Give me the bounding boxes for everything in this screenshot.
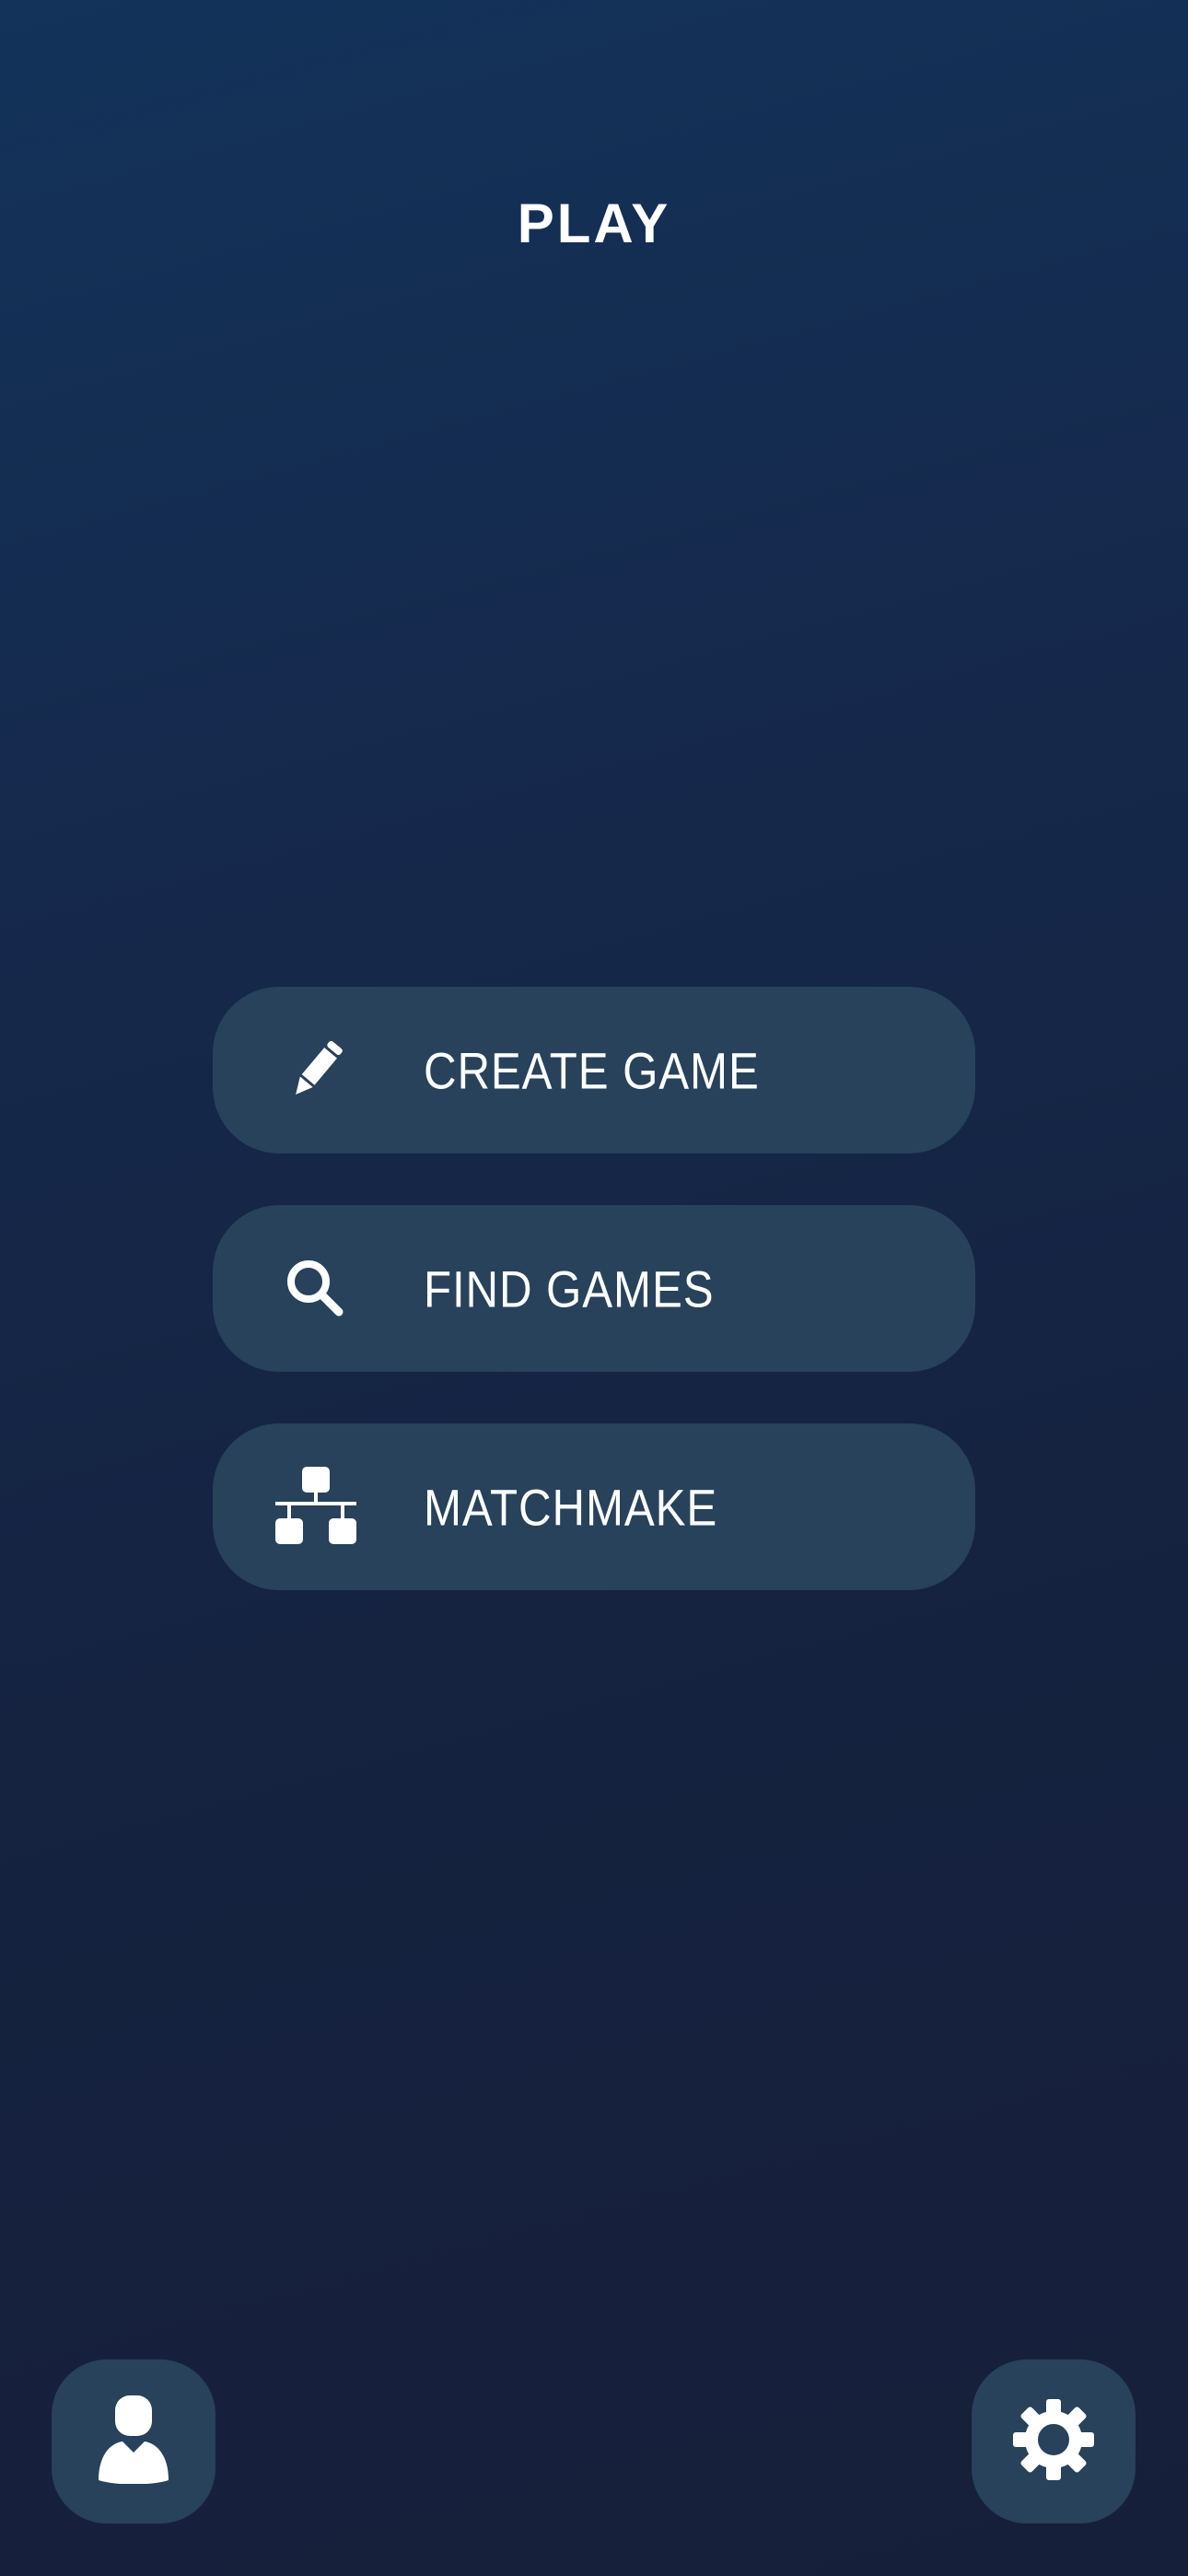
settings-button[interactable] [972,2359,1136,2523]
network-icon [268,1459,364,1555]
pencil-icon [268,1023,364,1118]
find-games-button[interactable]: FIND GAMES [213,1205,975,1372]
profile-button[interactable] [52,2359,215,2523]
user-icon [97,2395,170,2488]
search-icon [268,1241,364,1337]
find-games-label: FIND GAMES [424,1259,715,1317]
gear-icon [1009,2395,1098,2488]
matchmake-label: MATCHMAKE [424,1478,718,1536]
create-game-label: CREATE GAME [424,1041,760,1099]
page-title: PLAY [517,193,671,254]
play-screen: PLAY CREATE GAME FIND GAMES MATCHMAKE [0,0,1188,2576]
matchmake-button[interactable]: MATCHMAKE [213,1423,975,1590]
create-game-button[interactable]: CREATE GAME [213,987,975,1153]
play-menu: CREATE GAME FIND GAMES MATCHMAKE [213,987,975,1642]
